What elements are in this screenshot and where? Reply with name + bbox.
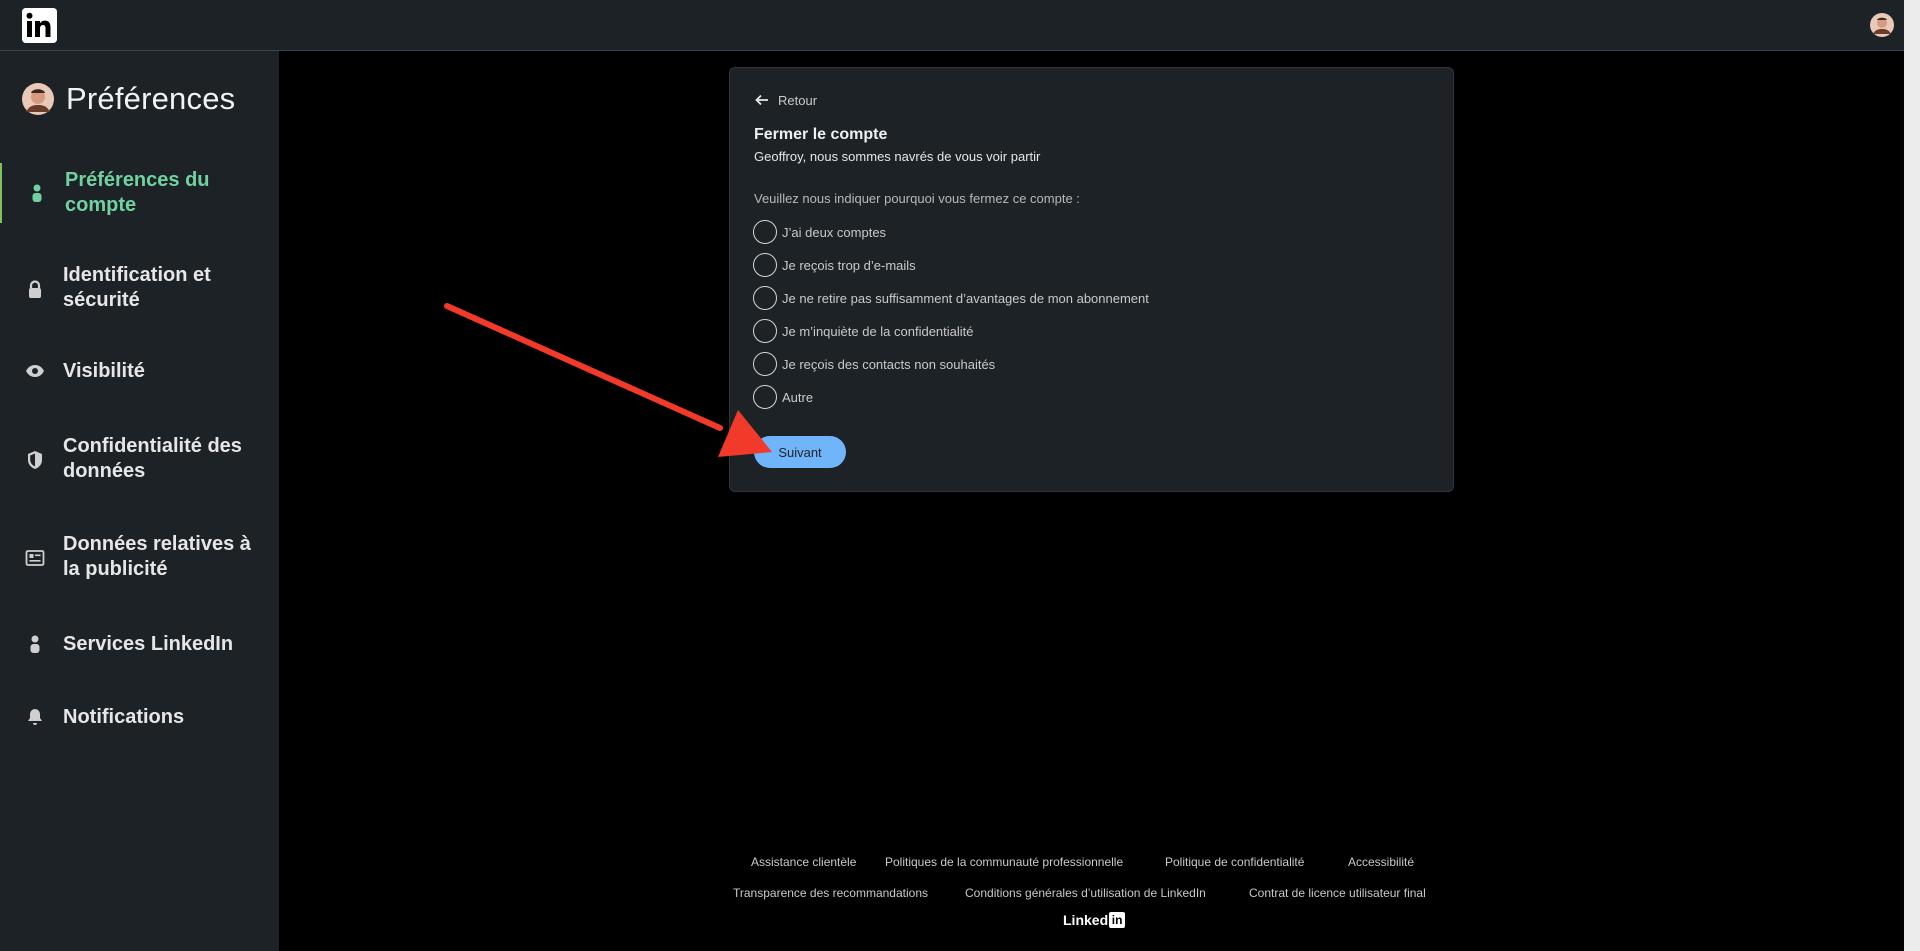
- option-label: Je m’inquiète de la confidentialité: [782, 323, 974, 339]
- next-button[interactable]: Suivant: [754, 436, 846, 468]
- linkedin-logo-icon[interactable]: [22, 8, 57, 43]
- sidebar-item-label: Identification et sécurité: [63, 264, 211, 311]
- reason-option-not-enough-benefits[interactable]: Je ne retire pas suffisamment d’avantage…: [753, 286, 1149, 310]
- radio-button[interactable]: [753, 319, 777, 343]
- sidebar-item-data-privacy[interactable]: Confidentialité des données: [0, 433, 279, 487]
- sidebar-item-label: Services LinkedIn: [63, 633, 234, 655]
- radio-button[interactable]: [753, 286, 777, 310]
- eye-icon: [24, 360, 46, 382]
- radio-button[interactable]: [753, 220, 777, 244]
- sidebar-item-security[interactable]: Identification et sécurité: [0, 262, 279, 316]
- option-label: Je reçois trop d’e-mails: [782, 257, 916, 273]
- footer-link-customer-support[interactable]: Assistance clientèle: [751, 855, 856, 869]
- reason-prompt: Veuillez nous indiquer pourquoi vous fer…: [754, 191, 1080, 206]
- option-label: Je ne retire pas suffisamment d’avantage…: [782, 290, 1149, 306]
- sidebar-item-account-preferences[interactable]: Préférences du compte: [0, 163, 279, 223]
- radio-button[interactable]: [753, 352, 777, 376]
- back-label: Retour: [778, 92, 818, 108]
- option-label: J’ai deux comptes: [782, 224, 887, 240]
- footer-link-terms-of-use[interactable]: Conditions générales d’utilisation de Li…: [965, 886, 1206, 900]
- shield-icon: [24, 449, 46, 471]
- arrow-left-icon: [755, 94, 768, 106]
- footer-link-accessibility[interactable]: Accessibilité: [1348, 855, 1414, 869]
- newspaper-icon: [24, 547, 46, 569]
- card-title: Fermer le compte: [754, 126, 888, 143]
- person-icon: [24, 633, 46, 655]
- sidebar-item-label: Préférences du compte: [65, 169, 210, 216]
- sidebar: Préférences Préférences du compte Identi…: [0, 51, 279, 951]
- footer-brand-box: in: [1109, 912, 1126, 928]
- radio-button[interactable]: [753, 385, 777, 409]
- sidebar-item-advertising-data[interactable]: Données relatives à la publicité: [0, 531, 279, 585]
- sidebar-item-label: Visibilité: [63, 360, 145, 382]
- bell-icon: [24, 706, 46, 728]
- footer-link-privacy-policy[interactable]: Politique de confidentialité: [1165, 855, 1304, 869]
- close-account-card: Retour Fermer le compte Geoffroy, nous s…: [729, 67, 1454, 492]
- sidebar-item-visibility[interactable]: Visibilité: [0, 351, 279, 391]
- reason-option-other[interactable]: Autre: [753, 385, 813, 409]
- sidebar-item-notifications[interactable]: Notifications: [0, 697, 279, 737]
- radio-button[interactable]: [753, 253, 777, 277]
- window-edge: [1904, 0, 1920, 951]
- card-subtitle: Geoffroy, nous sommes navrés de vous voi…: [754, 149, 1041, 164]
- sidebar-header: Préférences: [22, 79, 235, 119]
- footer-brand-text: Linked: [1063, 912, 1109, 928]
- top-bar: [0, 0, 1904, 51]
- footer-link-community-policies[interactable]: Politiques de la communauté professionne…: [885, 855, 1123, 869]
- sidebar-item-label: Confidentialité des données: [63, 435, 242, 482]
- footer-link-eula[interactable]: Contrat de licence utilisateur final: [1249, 886, 1426, 900]
- footer-link-recommendation-transparency[interactable]: Transparence des recommandations: [733, 886, 928, 900]
- avatar: [22, 83, 54, 115]
- sidebar-item-label: Notifications: [63, 706, 185, 728]
- reason-option-privacy[interactable]: Je m’inquiète de la confidentialité: [753, 319, 974, 343]
- reason-option-unwanted-contacts[interactable]: Je reçois des contacts non souhaités: [753, 352, 995, 376]
- back-button[interactable]: Retour: [754, 92, 817, 108]
- person-icon: [26, 182, 48, 204]
- sidebar-item-linkedin-services[interactable]: Services LinkedIn: [0, 624, 279, 664]
- reason-option-two-accounts[interactable]: J’ai deux comptes: [753, 220, 886, 244]
- reason-option-too-many-emails[interactable]: Je reçois trop d’e-mails: [753, 253, 916, 277]
- sidebar-item-label: Données relatives à la publicité: [63, 533, 251, 580]
- page-title: Préférences: [66, 81, 236, 116]
- lock-icon: [24, 278, 46, 300]
- footer-linkedin-logo: Linked in: [1063, 912, 1126, 928]
- option-label: Autre: [782, 389, 814, 405]
- option-label: Je reçois des contacts non souhaités: [782, 356, 996, 372]
- profile-avatar[interactable]: [1870, 13, 1894, 37]
